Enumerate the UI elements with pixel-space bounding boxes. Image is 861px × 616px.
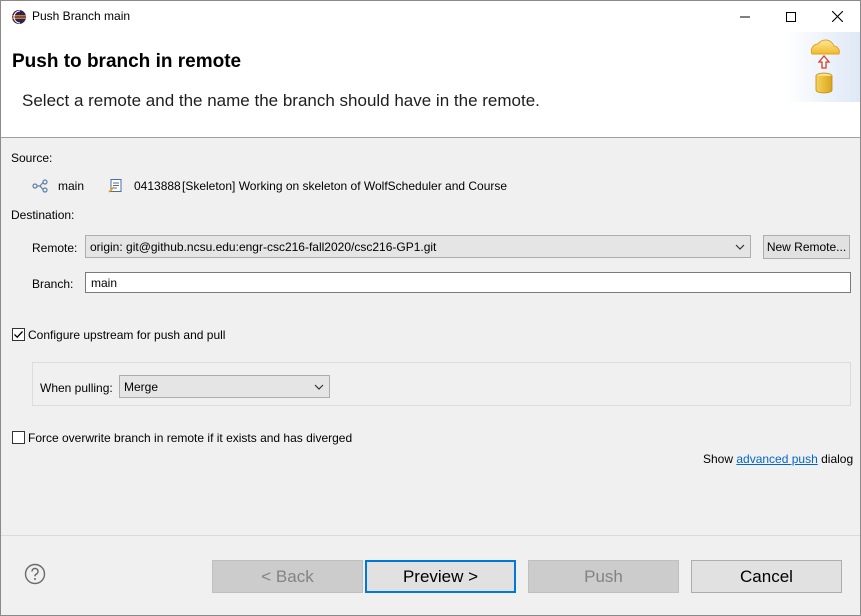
source-commit-id: 0413888 bbox=[134, 179, 181, 193]
push-button[interactable]: Push bbox=[528, 560, 679, 593]
advanced-push-link[interactable]: advanced push bbox=[736, 452, 817, 466]
advanced-push-text: Show advanced push dialog bbox=[703, 452, 853, 466]
force-overwrite-checkbox[interactable] bbox=[12, 431, 25, 444]
upstream-options-group: When pulling: Merge bbox=[32, 362, 851, 406]
help-icon[interactable] bbox=[24, 563, 46, 585]
git-commit-icon bbox=[108, 179, 122, 193]
chevron-down-icon bbox=[314, 384, 324, 390]
title-bar: Push Branch main bbox=[1, 1, 860, 32]
advanced-push-prefix: Show bbox=[703, 452, 737, 466]
git-branch-icon bbox=[32, 179, 48, 193]
branch-label: Branch: bbox=[32, 277, 74, 291]
branch-input[interactable]: main bbox=[85, 272, 851, 293]
eclipse-icon bbox=[12, 10, 26, 24]
when-pulling-label: When pulling: bbox=[40, 381, 113, 395]
window-title: Push Branch main bbox=[32, 9, 131, 23]
wizard-header: Push to branch in remote Select a remote… bbox=[1, 32, 860, 138]
when-pulling-select[interactable]: Merge bbox=[119, 375, 330, 398]
push-branch-dialog: Push Branch main Push to branch in remot… bbox=[0, 0, 861, 616]
when-pulling-value: Merge bbox=[124, 379, 159, 394]
wizard-content: Source: main 0413888 [Skeleton] Working … bbox=[1, 139, 860, 535]
back-button[interactable]: < Back bbox=[212, 560, 363, 593]
cloud-push-database-icon bbox=[785, 32, 860, 102]
maximize-button[interactable] bbox=[768, 1, 814, 32]
remote-select-value: origin: git@github.ncsu.edu:engr-csc216-… bbox=[90, 239, 437, 254]
checkmark-icon bbox=[14, 331, 23, 339]
source-commit-message: [Skeleton] Working on skeleton of WolfSc… bbox=[182, 179, 508, 193]
wizard-footer: < Back Preview > Push Cancel bbox=[1, 536, 860, 615]
cancel-button[interactable]: Cancel bbox=[691, 560, 842, 593]
branch-input-value: main bbox=[91, 275, 118, 290]
remote-label: Remote: bbox=[32, 241, 78, 255]
configure-upstream-checkbox[interactable] bbox=[12, 328, 25, 341]
close-button[interactable] bbox=[814, 1, 860, 32]
source-branch-name: main bbox=[58, 179, 85, 193]
close-icon bbox=[831, 11, 843, 22]
preview-button[interactable]: Preview > bbox=[365, 560, 516, 593]
destination-label: Destination: bbox=[11, 208, 75, 222]
advanced-push-suffix: dialog bbox=[817, 452, 854, 466]
page-title: Push to branch in remote bbox=[12, 51, 242, 72]
new-remote-button[interactable]: New Remote... bbox=[763, 235, 850, 259]
maximize-icon bbox=[786, 11, 796, 22]
source-label: Source: bbox=[11, 151, 53, 165]
remote-select[interactable]: origin: git@github.ncsu.edu:engr-csc216-… bbox=[85, 235, 751, 258]
chevron-down-icon bbox=[735, 244, 745, 250]
minimize-icon bbox=[740, 16, 750, 17]
force-overwrite-label: Force overwrite branch in remote if it e… bbox=[28, 431, 353, 445]
page-description: Select a remote and the name the branch … bbox=[22, 91, 540, 110]
configure-upstream-label: Configure upstream for push and pull bbox=[28, 328, 226, 342]
minimize-button[interactable] bbox=[722, 1, 768, 32]
